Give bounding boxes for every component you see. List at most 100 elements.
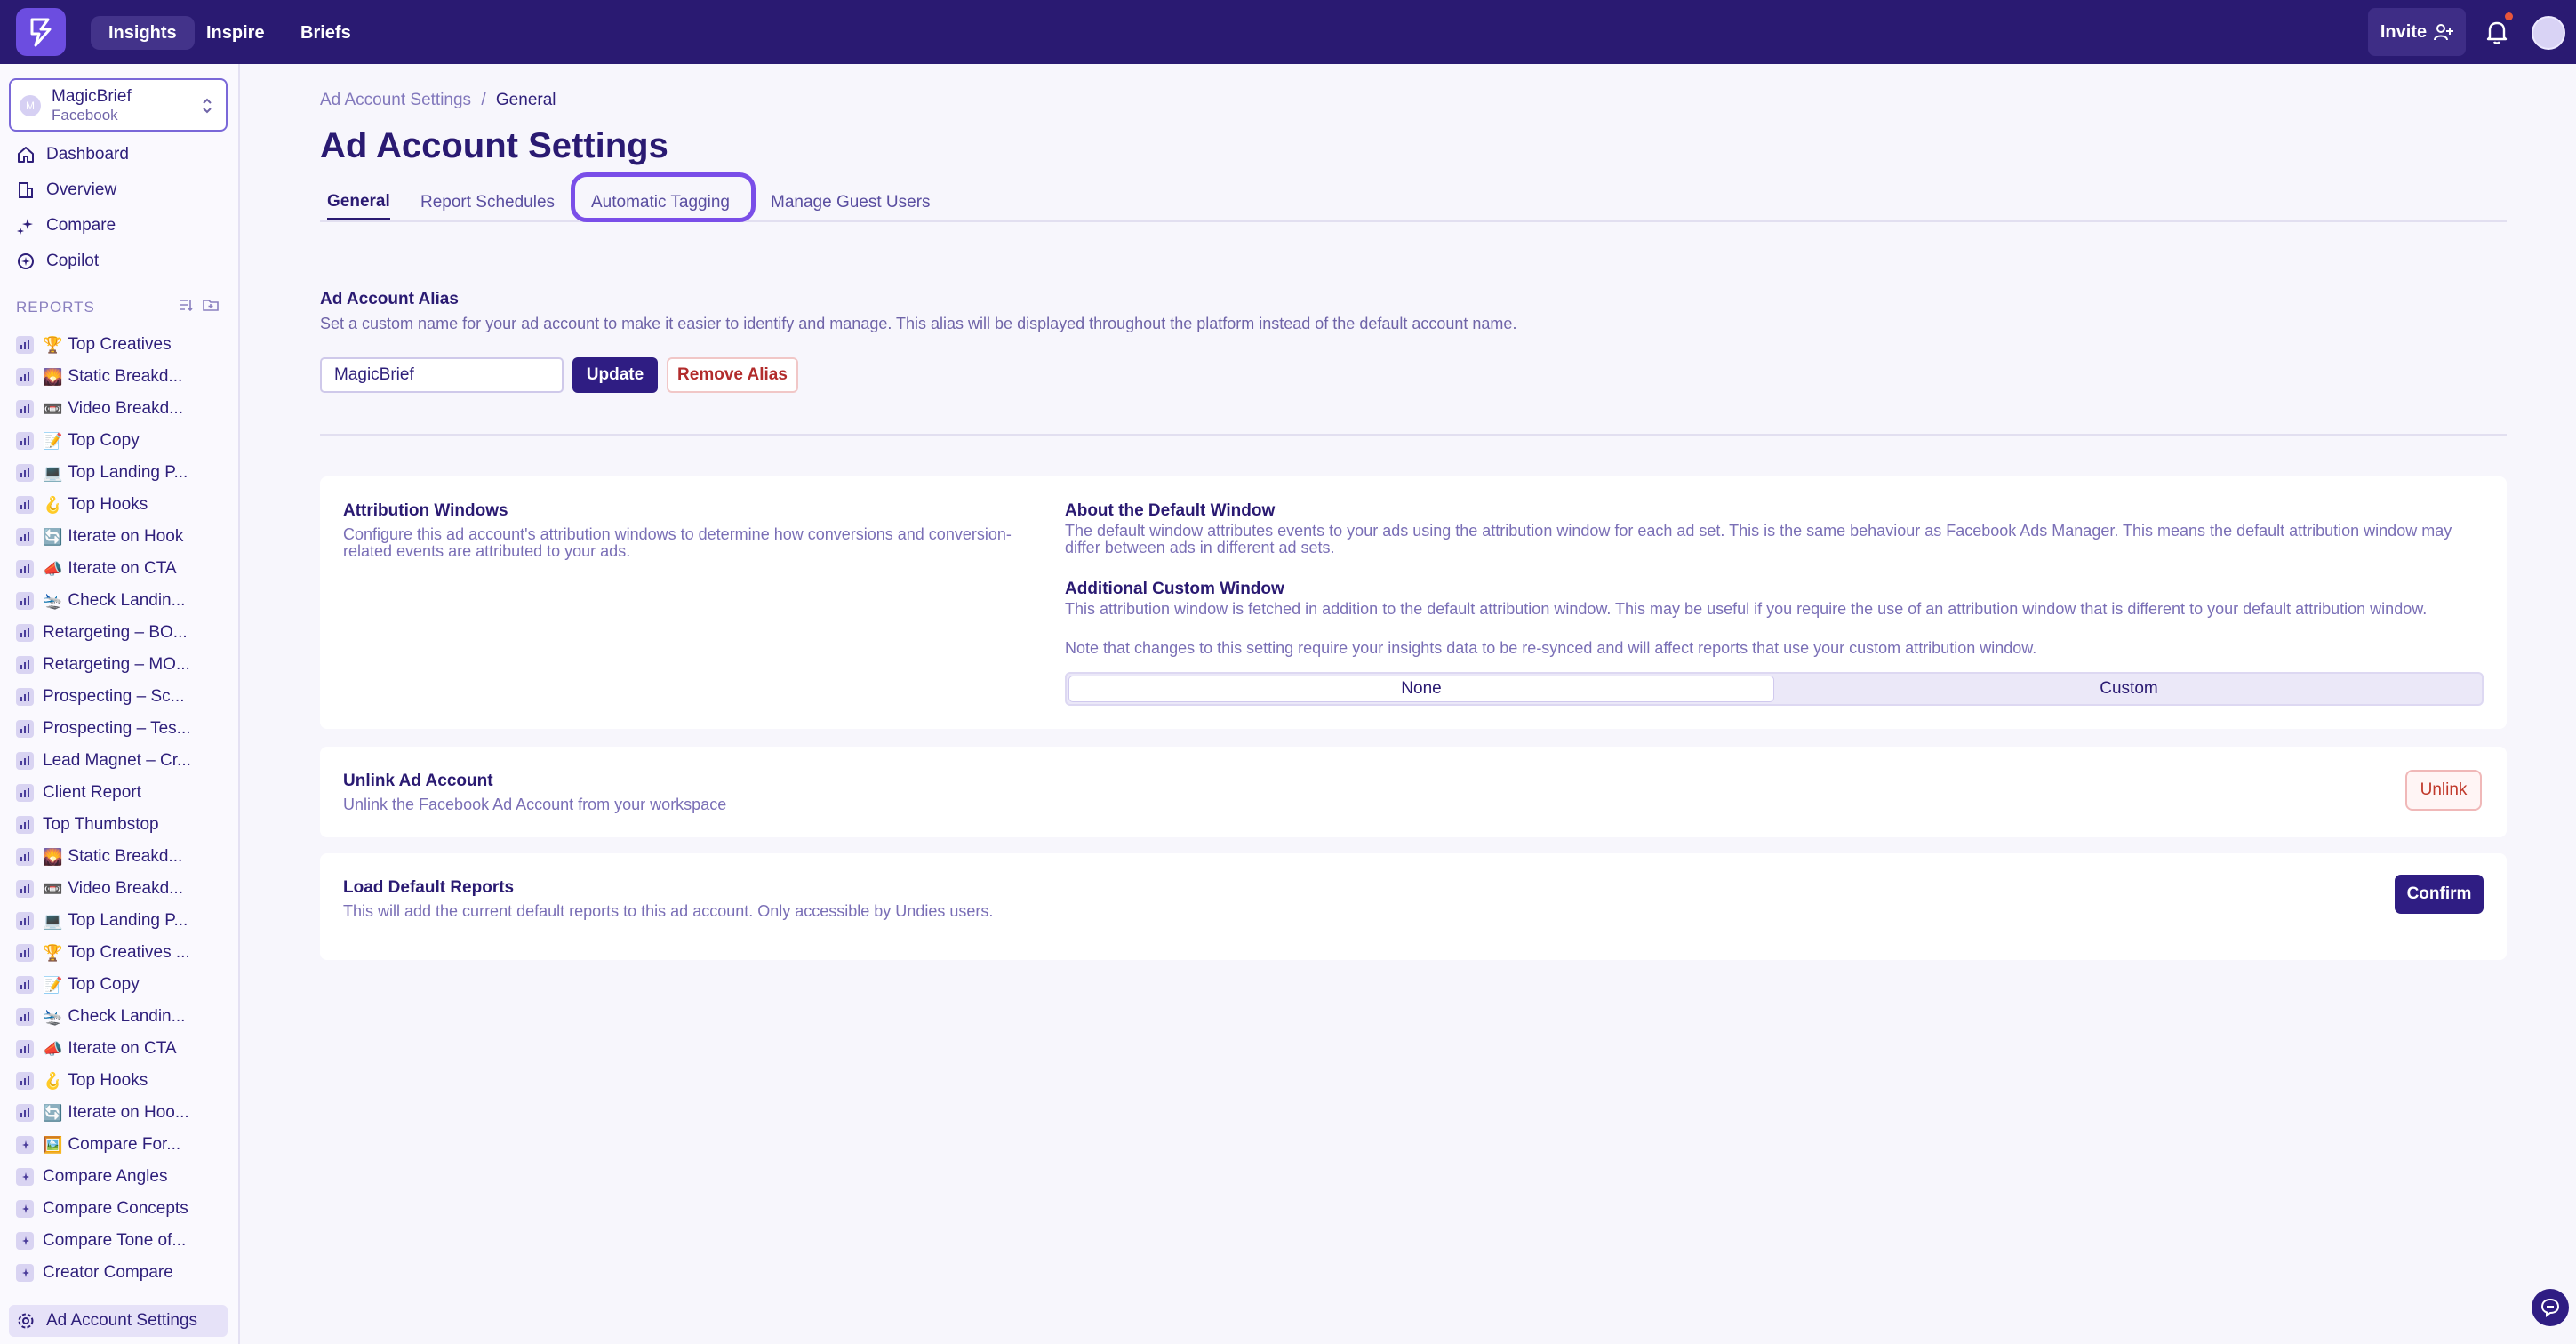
confirm-button[interactable]: Confirm [2395, 875, 2484, 914]
sidebar-report-item[interactable]: Lead Magnet – Cr... [0, 745, 238, 777]
unlink-account-card: Unlink Ad Account Unlink the Facebook Ad… [320, 747, 2507, 837]
sidebar-report-item[interactable]: 🔄 Iterate on Hoo... [0, 1097, 238, 1129]
sidebar-report-item[interactable]: Retargeting – BO... [0, 617, 238, 649]
sidebar-item-ad-account-settings[interactable]: Ad Account Settings [9, 1305, 228, 1337]
bar-chart-icon [16, 880, 34, 898]
home-icon [16, 145, 36, 164]
notification-dot [2505, 12, 2513, 20]
remove-alias-button[interactable]: Remove Alias [667, 357, 798, 393]
sidebar-report-item[interactable]: 🏆 Top Creatives ... [0, 937, 238, 969]
bar-chart-icon [16, 944, 34, 962]
report-emoji: 🪝 [43, 495, 63, 514]
sidebar-report-item[interactable]: 🌄 Static Breakd... [0, 841, 238, 873]
user-avatar[interactable] [2532, 16, 2565, 50]
sidebar-report-item[interactable]: 📼 Video Breakd... [0, 393, 238, 425]
report-label: Retargeting – MO... [43, 655, 190, 674]
sidebar: M MagicBrief Facebook Dashboard Overview… [0, 64, 240, 1344]
report-label: Top Landing P... [68, 911, 188, 930]
report-emoji: 🌄 [43, 847, 63, 866]
sidebar-item-label: Compare [46, 216, 116, 235]
report-emoji: 📣 [43, 1039, 63, 1058]
option-custom[interactable]: Custom [1776, 676, 2482, 702]
sidebar-report-item[interactable]: Prospecting – Sc... [0, 681, 238, 713]
account-platform: Facebook [52, 107, 118, 124]
alias-input[interactable] [320, 357, 564, 393]
nav-tab-inspire[interactable]: Inspire [188, 16, 283, 50]
sidebar-report-item[interactable]: Compare Tone of... [0, 1225, 238, 1257]
report-emoji: 📼 [43, 879, 63, 898]
sidebar-report-item[interactable]: 🪝 Top Hooks [0, 1065, 238, 1097]
tab-general[interactable]: General [327, 185, 390, 220]
sidebar-report-item[interactable]: Top Thumbstop [0, 809, 238, 841]
report-emoji: 🛬 [43, 1007, 63, 1026]
account-switcher[interactable]: M MagicBrief Facebook [9, 78, 228, 132]
sidebar-report-item[interactable]: 📝 Top Copy [0, 425, 238, 457]
option-none[interactable]: None [1068, 676, 1774, 702]
sidebar-report-item[interactable]: Compare Angles [0, 1161, 238, 1193]
report-label: Compare Angles [43, 1167, 168, 1186]
nav-tab-insights[interactable]: Insights [91, 16, 195, 50]
sidebar-item-label: Copilot [46, 252, 100, 270]
sidebar-report-item[interactable]: 🛬 Check Landin... [0, 1001, 238, 1033]
report-label: Static Breakd... [68, 847, 183, 866]
sidebar-report-item[interactable]: 📝 Top Copy [0, 969, 238, 1001]
account-avatar: M [20, 95, 41, 116]
report-label: Top Creatives [68, 335, 172, 354]
bar-chart-icon [16, 592, 34, 610]
nav-tab-briefs[interactable]: Briefs [283, 16, 369, 50]
report-label: Prospecting – Sc... [43, 687, 185, 706]
invite-button[interactable]: Invite [2368, 8, 2466, 56]
report-label: Video Breakd... [68, 879, 183, 898]
sidebar-report-item[interactable]: 💻 Top Landing P... [0, 457, 238, 489]
attribution-window-toggle: None Custom [1065, 672, 2484, 706]
default-window-text: The default window attributes events to … [1065, 522, 2452, 556]
sidebar-item-label: Dashboard [46, 145, 129, 164]
report-emoji: 🪝 [43, 1071, 63, 1090]
report-label: Compare Concepts [43, 1199, 188, 1218]
sidebar-report-item[interactable]: Client Report [0, 777, 238, 809]
breadcrumb: Ad Account Settings / General [320, 91, 556, 110]
sort-list-icon[interactable] [178, 297, 194, 313]
sidebar-report-item[interactable]: 📣 Iterate on CTA [0, 553, 238, 585]
bar-chart-icon [16, 784, 34, 802]
report-emoji: 🌄 [43, 367, 63, 386]
new-folder-icon[interactable] [203, 297, 219, 313]
reports-tools [178, 297, 219, 313]
sidebar-report-item[interactable]: 📣 Iterate on CTA [0, 1033, 238, 1065]
sidebar-report-item[interactable]: 🏆 Top Creatives [0, 329, 238, 361]
report-label: Compare For... [68, 1135, 181, 1154]
invite-label: Invite [2380, 21, 2428, 42]
custom-window-text: This attribution window is fetched in ad… [1065, 600, 2428, 618]
sidebar-report-item[interactable]: 🖼️ Compare For... [0, 1129, 238, 1161]
sidebar-report-item[interactable]: 💻 Top Landing P... [0, 905, 238, 937]
sidebar-report-item[interactable]: 🔄 Iterate on Hook [0, 521, 238, 553]
building-icon [16, 180, 36, 200]
sidebar-item-compare[interactable]: Compare [0, 210, 238, 242]
tab-report-schedules[interactable]: Report Schedules [420, 185, 555, 220]
chat-support-button[interactable] [2532, 1289, 2569, 1326]
sidebar-report-item[interactable]: Retargeting – MO... [0, 649, 238, 681]
add-user-icon [2434, 24, 2454, 41]
sidebar-item-overview[interactable]: Overview [0, 174, 238, 206]
bar-chart-icon [16, 848, 34, 866]
sidebar-report-item[interactable]: Prospecting – Tes... [0, 713, 238, 745]
sidebar-report-item[interactable]: 🌄 Static Breakd... [0, 361, 238, 393]
compare-report-icon [16, 1136, 34, 1154]
report-emoji: 🔄 [43, 527, 63, 546]
sidebar-report-item[interactable]: 🛬 Check Landin... [0, 585, 238, 617]
sidebar-item-dashboard[interactable]: Dashboard [0, 139, 238, 171]
sidebar-report-item[interactable]: Creator Compare [0, 1257, 238, 1289]
magicbrief-logo[interactable] [16, 8, 66, 56]
sidebar-item-copilot[interactable]: Copilot [0, 245, 238, 277]
report-label: Top Copy [68, 975, 140, 994]
notification-bell-icon[interactable] [2484, 18, 2510, 46]
tab-manage-guest-users[interactable]: Manage Guest Users [771, 185, 931, 220]
sidebar-report-item[interactable]: 🪝 Top Hooks [0, 489, 238, 521]
bar-chart-icon [16, 912, 34, 930]
breadcrumb-parent[interactable]: Ad Account Settings [320, 91, 471, 109]
sidebar-report-item[interactable]: Compare Concepts [0, 1193, 238, 1225]
report-label: Iterate on CTA [68, 559, 177, 578]
sidebar-report-item[interactable]: 📼 Video Breakd... [0, 873, 238, 905]
unlink-button[interactable]: Unlink [2405, 770, 2482, 811]
update-alias-button[interactable]: Update [572, 357, 658, 393]
